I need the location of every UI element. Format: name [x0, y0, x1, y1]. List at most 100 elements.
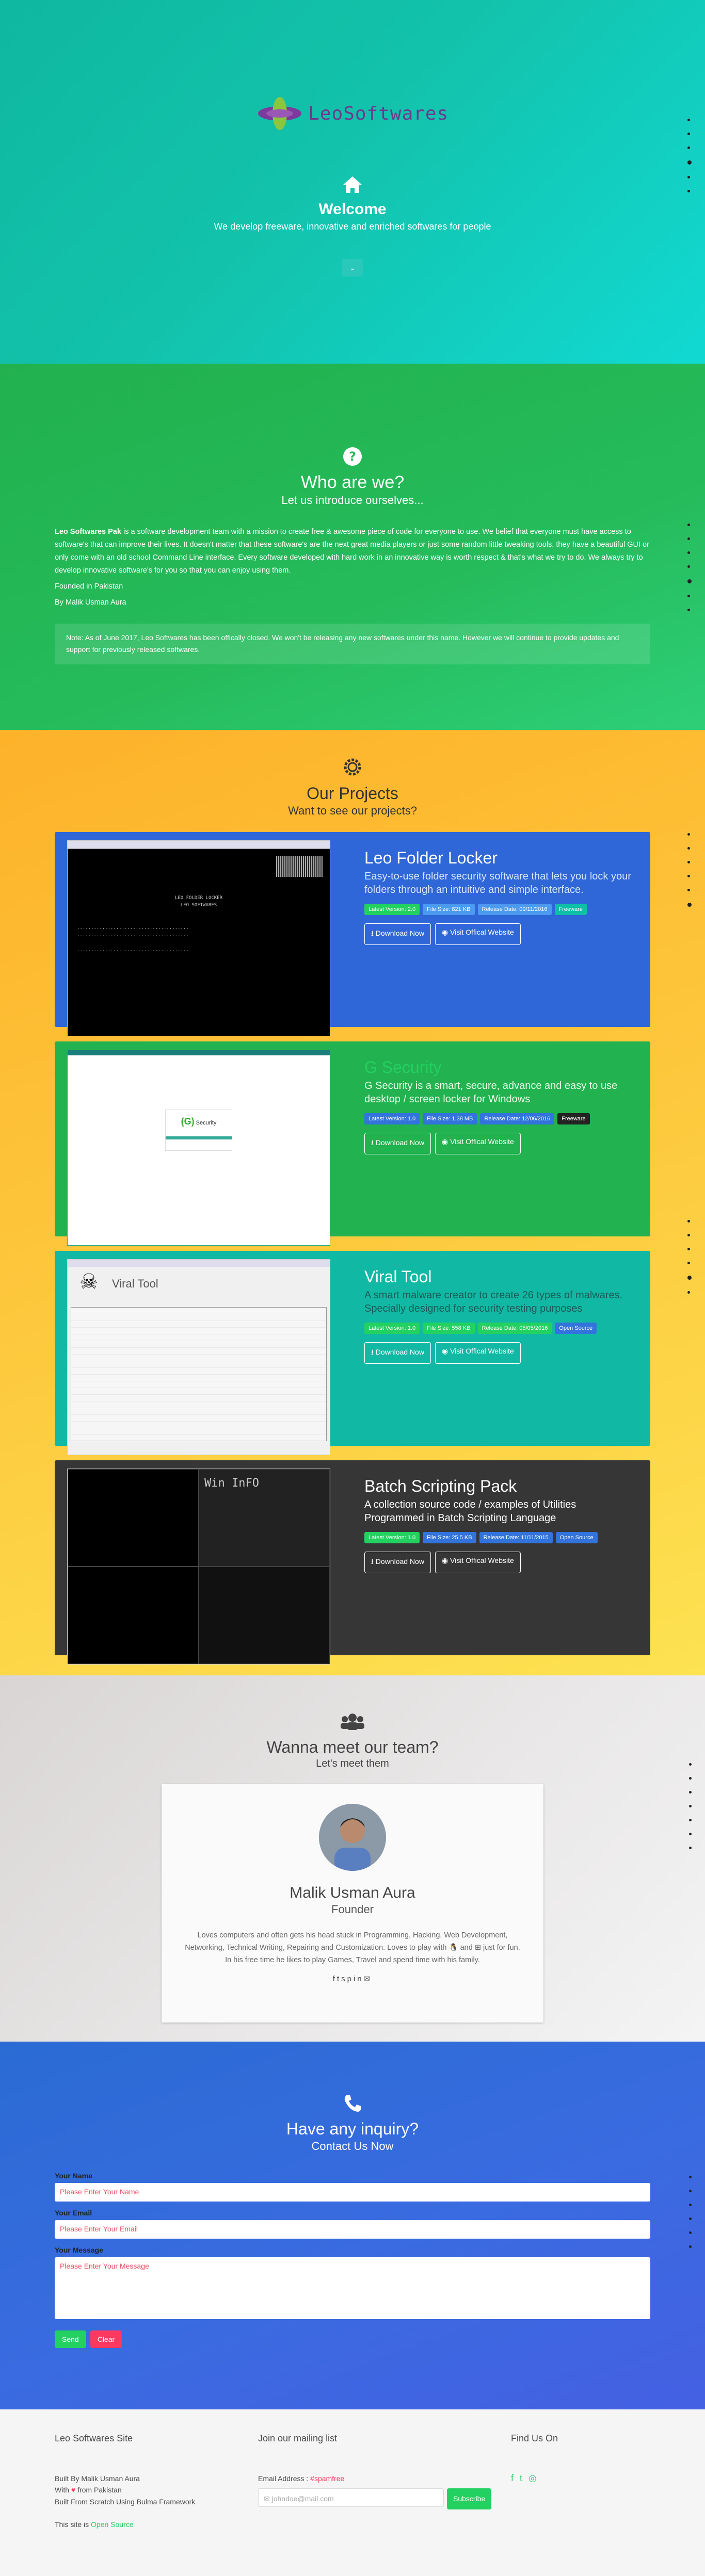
- date-tag: Release Date: 05/05/2016: [477, 1323, 552, 1334]
- company-name: Leo Softwares Pak: [55, 528, 121, 536]
- website-button[interactable]: ◉ Visit Offical Website: [435, 1552, 521, 1573]
- scroll-down-button[interactable]: ⌄: [342, 259, 363, 276]
- download-button[interactable]: ⭳ Download Now: [364, 1342, 431, 1364]
- globe-icon: ◉: [441, 1347, 451, 1355]
- date-tag: Release Date: 09/11/2016: [477, 904, 552, 915]
- chevron-down-icon: ⌄: [349, 264, 356, 272]
- framework-text: Built From Scratch Using Bulma Framework: [55, 2497, 196, 2506]
- logo-text: LeoSoftwares: [308, 103, 449, 124]
- project-screenshot: ☠ Viral Tool: [67, 1259, 330, 1455]
- project-description: A collection source code / examples of U…: [364, 1499, 576, 1524]
- version-tag: Latest Version: 1.0: [364, 1532, 420, 1543]
- project-card-viral-tool: ☠ Viral Tool Viral Tool A smart malware …: [55, 1251, 650, 1455]
- name-label: Your Name: [55, 2172, 92, 2180]
- download-button[interactable]: ⭳ Download Now: [364, 923, 431, 945]
- project-title: G Security: [364, 1058, 442, 1077]
- linux-icon: 🐧: [448, 1943, 458, 1952]
- project-title: Leo Folder Locker: [364, 849, 498, 867]
- newsletter-label: Email Address : #spamfree: [258, 2474, 345, 2483]
- closure-note: Note: As of June 2017, Leo Softwares has…: [55, 623, 650, 665]
- projects-section: Our Projects Want to see our projects? L…: [0, 730, 705, 1675]
- open-source-link[interactable]: Open Source: [91, 2520, 134, 2529]
- member-role: Founder: [331, 1903, 374, 1916]
- download-icon: ⭳: [371, 929, 376, 937]
- size-tag: File Size: 558 KB: [423, 1323, 475, 1334]
- version-tag: Latest Version: 1.0: [364, 1113, 420, 1124]
- hero-title: Welcome: [318, 201, 387, 218]
- projects-title: Our Projects: [307, 784, 398, 803]
- page-nav-dots[interactable]: [689, 2176, 692, 2248]
- download-button[interactable]: ⭳ Download Now: [364, 1552, 431, 1573]
- globe-icon: ◉: [441, 928, 451, 936]
- github-icon[interactable]: ◎: [528, 2473, 543, 2483]
- twitter-icon[interactable]: t: [520, 2473, 528, 2483]
- project-screenshot: Win InFO: [67, 1469, 330, 1665]
- globe-icon: ◉: [441, 1137, 451, 1146]
- page-nav-dots[interactable]: [687, 833, 692, 907]
- page-nav-dots[interactable]: [687, 1220, 692, 1294]
- contact-subtitle: Contact Us Now: [311, 2140, 394, 2153]
- send-button[interactable]: Send: [55, 2330, 86, 2348]
- page-nav-dots[interactable]: [687, 524, 692, 611]
- built-by-text: Built By Malik Usman Aura: [55, 2474, 140, 2483]
- subscribe-button[interactable]: Subscribe: [447, 2488, 492, 2509]
- version-tag: Latest Version: 2.0: [364, 904, 420, 915]
- question-icon: ?: [55, 446, 650, 469]
- message-textarea[interactable]: Please Enter Your Message: [55, 2257, 650, 2319]
- download-icon: ⭳: [371, 1138, 376, 1147]
- size-tag: File Size: 25.5 KB: [423, 1532, 476, 1543]
- project-title: Viral Tool: [364, 1267, 432, 1286]
- project-card-g-security: (G) Security G Security G Security is a …: [55, 1041, 650, 1246]
- avatar: [319, 1804, 386, 1871]
- version-tag: Latest Version: 1.0: [364, 1323, 420, 1334]
- name-input[interactable]: Please Enter Your Name: [55, 2183, 650, 2202]
- founded-text: Founded in Pakistan: [55, 582, 123, 591]
- svg-text:?: ?: [349, 449, 356, 464]
- page-nav-dots[interactable]: [689, 1763, 692, 1849]
- twitter-icon[interactable]: t: [337, 1975, 341, 1983]
- founder-text: By Malik Usman Aura: [55, 598, 126, 607]
- gear-icon: [55, 756, 650, 781]
- download-icon: ⭳: [371, 1348, 376, 1356]
- facebook-icon[interactable]: f: [333, 1975, 337, 1983]
- globe-icon: ◉: [441, 1556, 451, 1564]
- envelope-icon[interactable]: ✉: [364, 1975, 373, 1983]
- project-title: Batch Scripting Pack: [364, 1477, 517, 1495]
- size-tag: File Size: 821 KB: [423, 904, 475, 915]
- users-icon: [55, 1711, 650, 1735]
- member-name: Malik Usman Aura: [290, 1884, 415, 1901]
- mailing-list-title: Join our mailing list: [258, 2433, 338, 2443]
- clear-button[interactable]: Clear: [90, 2330, 122, 2348]
- project-description: A smart malware creator to create 26 typ…: [364, 1290, 623, 1314]
- team-title: Wanna meet our team?: [266, 1738, 439, 1756]
- size-tag: File Size: 1.38 MB: [423, 1113, 477, 1124]
- about-title: Who are we?: [300, 472, 405, 492]
- hero-section: LeoSoftwares Welcome We develop freeware…: [0, 0, 705, 364]
- date-tag: Release Date: 11/11/2015: [479, 1532, 553, 1543]
- footer-site-title: Leo Softwares Site: [55, 2433, 133, 2443]
- skype-icon[interactable]: s: [341, 1975, 347, 1983]
- pinterest-icon[interactable]: p: [347, 1975, 354, 1983]
- envelope-icon: ✉: [264, 2495, 272, 2503]
- windows-icon: ⊞: [474, 1943, 481, 1952]
- facebook-icon[interactable]: f: [511, 2473, 520, 2483]
- phone-icon: [55, 2093, 650, 2116]
- contact-title: Have any inquiry?: [286, 2120, 419, 2138]
- download-button[interactable]: ⭳ Download Now: [364, 1133, 431, 1154]
- license-tag: Freeware: [557, 1113, 590, 1124]
- find-us-title: Find Us On: [511, 2433, 558, 2443]
- member-social-links: ftspin✉: [162, 1974, 543, 1983]
- newsletter-email-input[interactable]: ✉ johndoe@mail.com: [258, 2488, 444, 2507]
- website-button[interactable]: ◉ Visit Offical Website: [435, 1133, 521, 1154]
- project-screenshot: (G) Security: [67, 1050, 330, 1246]
- team-section: Wanna meet our team? Let's meet them Mal…: [0, 1675, 705, 2042]
- date-tag: Release Date: 12/06/2016: [480, 1113, 555, 1124]
- project-card-batch-scripting-pack: Win InFO Batch Scripting Pack A collecti…: [55, 1460, 650, 1665]
- website-button[interactable]: ◉ Visit Offical Website: [435, 923, 521, 945]
- license-tag: Freeware: [554, 904, 587, 915]
- linkedin-icon[interactable]: in: [354, 1975, 364, 1983]
- made-with-text: With ♥ from Pakistan: [55, 2486, 122, 2495]
- email-input[interactable]: Please Enter Your Email: [55, 2220, 650, 2239]
- website-button[interactable]: ◉ Visit Offical Website: [435, 1342, 521, 1364]
- member-bio: Loves computers and often gets his head …: [185, 1931, 520, 1964]
